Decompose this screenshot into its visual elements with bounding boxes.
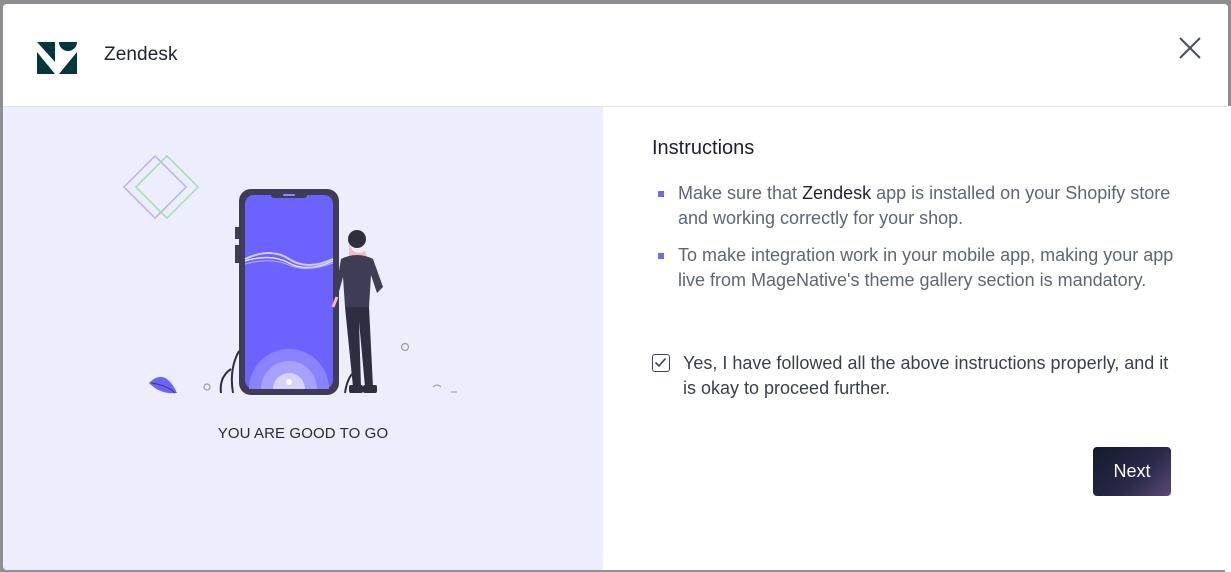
left-panel: YOU ARE GOOD TO GO <box>3 107 603 570</box>
right-panel: Instructions Make sure that Zendesk app … <box>603 107 1228 570</box>
bullet-icon <box>658 191 664 197</box>
modal-header: Zendesk <box>3 4 1228 107</box>
instruction-item: Make sure that Zendesk app is installed … <box>658 181 1178 231</box>
close-icon[interactable] <box>1176 34 1204 62</box>
instructions-title: Instructions <box>652 137 755 159</box>
agreement-label: Yes, I have followed all the above instr… <box>683 353 1169 398</box>
app-title: Zendesk <box>104 44 178 65</box>
phone-and-person-illustration <box>122 154 457 395</box>
instruction-text-pre: Make sure that <box>678 183 803 203</box>
good-to-go-caption: YOU ARE GOOD TO GO <box>217 425 389 442</box>
instruction-brand: Zendesk <box>802 183 872 203</box>
zendesk-logo <box>37 42 77 74</box>
agreement-checkbox[interactable] <box>652 354 670 372</box>
instructions-list: Make sure that Zendesk app is installed … <box>658 181 1178 305</box>
integration-modal: Zendesk YOU ARE GOOD TO GO Instructions … <box>3 4 1228 570</box>
checkmark-icon <box>654 357 667 368</box>
instruction-item: To make integration work in your mobile … <box>658 243 1178 293</box>
next-button[interactable]: Next <box>1093 447 1171 496</box>
bullet-icon <box>658 253 664 259</box>
instruction-text: To make integration work in your mobile … <box>678 245 1174 290</box>
